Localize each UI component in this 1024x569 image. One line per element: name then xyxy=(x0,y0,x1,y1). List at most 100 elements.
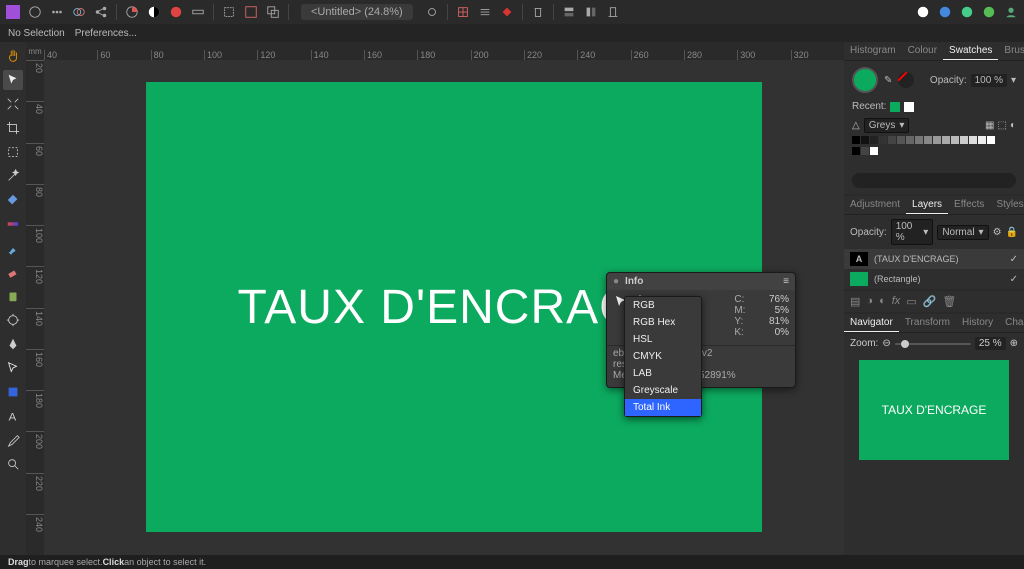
mode-menu-item[interactable]: Greyscale xyxy=(625,382,701,399)
marquee-icon[interactable] xyxy=(220,3,238,21)
mode-menu-item[interactable]: Total Ink xyxy=(625,399,701,416)
panel-tab[interactable]: Adjustment xyxy=(844,196,906,214)
chevron-down-icon[interactable]: ▾ xyxy=(1011,75,1016,86)
grid-icon[interactable] xyxy=(454,3,472,21)
panel-tab[interactable]: Styles xyxy=(990,196,1024,214)
recent-swatch-2[interactable] xyxy=(904,102,914,112)
share-icon[interactable] xyxy=(92,3,110,21)
layer-visibility-toggle[interactable]: ✓ xyxy=(1010,274,1018,285)
move-tool[interactable] xyxy=(3,70,23,90)
trash-icon[interactable] xyxy=(529,3,547,21)
text-tool[interactable]: A xyxy=(3,406,23,426)
mode-menu-item[interactable]: LAB xyxy=(625,365,701,382)
layer-opacity-value[interactable]: 100 %▾ xyxy=(891,219,934,245)
navigator-thumbnail[interactable]: TAUX D'ENCRAGE xyxy=(859,360,1009,460)
link-icon[interactable]: 🔗 xyxy=(923,295,937,308)
dodge-tool[interactable] xyxy=(3,310,23,330)
mode-menu-item[interactable]: RGB Hex xyxy=(625,314,701,331)
mode-menu-item[interactable]: HSL xyxy=(625,331,701,348)
persona2-icon[interactable] xyxy=(936,3,954,21)
foreground-swatch[interactable] xyxy=(852,67,878,93)
target-icon[interactable] xyxy=(26,3,44,21)
grey-swatch[interactable] xyxy=(888,136,896,144)
no-fill-swatch[interactable] xyxy=(898,72,914,88)
dots-icon[interactable] xyxy=(48,3,66,21)
panel-tab[interactable]: Swatches xyxy=(943,42,998,60)
mode-menu-item[interactable]: CMYK xyxy=(625,348,701,365)
persona1-icon[interactable] xyxy=(914,3,932,21)
pie-icon[interactable] xyxy=(123,3,141,21)
delete-layer-icon[interactable]: 🗑 xyxy=(942,295,956,308)
grey-swatch[interactable] xyxy=(942,136,950,144)
grey-swatch[interactable] xyxy=(906,136,914,144)
panel-tab[interactable]: History xyxy=(956,314,999,332)
mode-menu-item[interactable]: RGB xyxy=(625,297,701,314)
layer-row[interactable]: A(TAUX D'ENCRAGE)✓ xyxy=(844,249,1024,269)
adjustments-icon[interactable]: ◐ xyxy=(879,295,886,308)
persona4-icon[interactable] xyxy=(980,3,998,21)
paintbrush-tool[interactable] xyxy=(3,238,23,258)
grey-swatch[interactable] xyxy=(960,136,968,144)
swatch-search-input[interactable] xyxy=(852,173,1016,188)
grey-swatch[interactable] xyxy=(861,136,869,144)
info-panel-close-icon[interactable]: ● xyxy=(613,276,619,287)
layers-stack-icon[interactable]: ▤ xyxy=(850,295,860,308)
group-icon[interactable]: ▭ xyxy=(906,295,916,308)
shape-tool[interactable] xyxy=(3,382,23,402)
grey-swatch[interactable] xyxy=(879,136,887,144)
user-icon[interactable] xyxy=(1002,3,1020,21)
ruler-icon[interactable] xyxy=(189,3,207,21)
layer-lock-icon[interactable]: 🔒 xyxy=(1006,227,1018,238)
preferences-link[interactable]: Preferences... xyxy=(75,28,137,39)
panel-tab[interactable]: Layers xyxy=(906,196,948,214)
palette-select[interactable]: Greys ▾ xyxy=(864,118,910,133)
grey-swatch[interactable] xyxy=(951,136,959,144)
swatch-opt2-icon[interactable]: ⬚ xyxy=(998,120,1007,131)
eyedropper-icon[interactable]: ✎ xyxy=(884,75,892,86)
overlap-icon[interactable] xyxy=(70,3,88,21)
crop-tool[interactable] xyxy=(3,118,23,138)
marquee-tool[interactable] xyxy=(3,142,23,162)
grey-swatch[interactable] xyxy=(870,136,878,144)
layer-blend-select[interactable]: Normal▾ xyxy=(937,225,988,240)
swatch-opacity-value[interactable]: 100 % xyxy=(971,74,1007,87)
panel-tab[interactable]: Histogram xyxy=(844,42,902,60)
info-panel-menu-icon[interactable]: ≡ xyxy=(783,276,789,287)
swatch-opt3-icon[interactable]: ◐ xyxy=(1010,120,1016,131)
zoom-slider[interactable] xyxy=(895,343,971,345)
eraser-tool[interactable] xyxy=(3,262,23,282)
grey-swatch[interactable] xyxy=(861,147,869,155)
layer-row[interactable]: (Rectangle)✓ xyxy=(844,269,1024,289)
grey-swatch[interactable] xyxy=(969,136,977,144)
palette-type-icon[interactable]: △ xyxy=(852,120,860,131)
fx-icon[interactable]: fx xyxy=(892,295,901,308)
zoom-out-icon[interactable]: ⊖ xyxy=(882,338,890,349)
color-wheel-icon[interactable] xyxy=(167,3,185,21)
eyedropper-tool[interactable] xyxy=(3,430,23,450)
arrange2-icon[interactable] xyxy=(582,3,600,21)
arrange-icon[interactable] xyxy=(560,3,578,21)
clone-tool[interactable] xyxy=(3,286,23,306)
panel-tab[interactable]: Navigator xyxy=(844,314,899,332)
layer-gear-icon[interactable]: ⚙ xyxy=(993,227,1002,238)
grey-swatch[interactable] xyxy=(933,136,941,144)
crop-marks-icon[interactable] xyxy=(498,3,516,21)
swatch-opt1-icon[interactable]: ▦ xyxy=(985,120,994,131)
view-tool[interactable] xyxy=(3,94,23,114)
grey-swatch[interactable] xyxy=(915,136,923,144)
select-all-icon[interactable] xyxy=(242,3,260,21)
canvas-area[interactable]: mm 4060801001201401601802002202402602803… xyxy=(26,42,844,555)
wand-tool[interactable] xyxy=(3,166,23,186)
zoom-in-icon[interactable]: ⊕ xyxy=(1010,338,1018,349)
panel-tab[interactable]: Channels xyxy=(999,314,1024,332)
panel-tab[interactable]: Transform xyxy=(899,314,956,332)
panel-tab[interactable]: Colour xyxy=(902,42,943,60)
pen-tool[interactable] xyxy=(3,334,23,354)
grey-swatch[interactable] xyxy=(870,147,878,155)
node-tool[interactable] xyxy=(3,358,23,378)
flood-tool[interactable] xyxy=(3,190,23,210)
panel-tab[interactable]: Brushes xyxy=(998,42,1024,60)
hand-tool[interactable] xyxy=(3,46,23,66)
intersect-icon[interactable] xyxy=(264,3,282,21)
grey-swatch[interactable] xyxy=(897,136,905,144)
